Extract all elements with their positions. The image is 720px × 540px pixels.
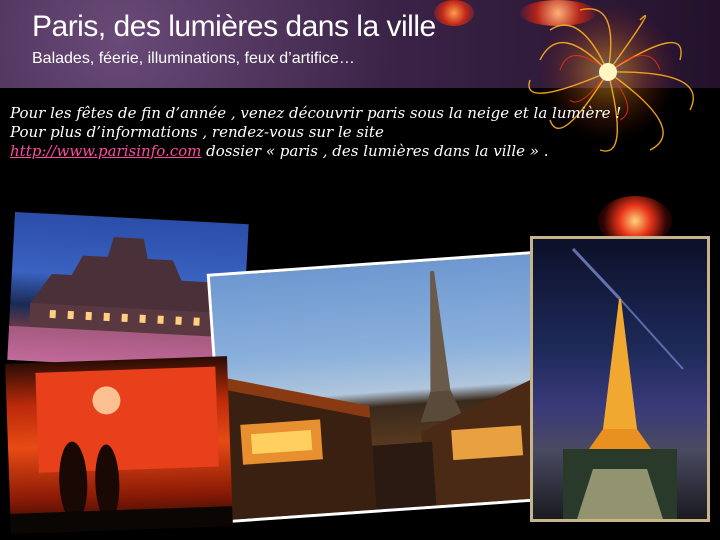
market-scene (216, 271, 553, 521)
red-stall-photo (5, 356, 233, 534)
firework-burst (528, 2, 694, 152)
red-stall-scene (10, 366, 233, 534)
banner-title: Paris, des lumières dans la ville (32, 10, 436, 43)
intro-line-3-text: dossier « paris , des lumières dans la v… (201, 142, 549, 160)
intro-text: Pour les fêtes de fin d’année , venez dé… (10, 104, 700, 161)
parisinfo-link[interactable]: http://www.parisinfo.com (10, 142, 201, 160)
firework-glow-small (434, 0, 474, 26)
intro-line-2: Pour plus d’informations , rendez-vous s… (10, 123, 384, 141)
intro-line-3: http://www.parisinfo.com dossier « paris… (10, 142, 700, 161)
eiffel-tower-night-photo (530, 236, 710, 522)
banner-subtitle: Balades, féerie, illuminations, feux d’a… (32, 50, 355, 67)
intro-line-1: Pour les fêtes de fin d’année , venez dé… (10, 104, 622, 122)
christmas-market-eiffel-photo (206, 250, 556, 524)
eiffel-tower-illuminated (563, 247, 684, 519)
